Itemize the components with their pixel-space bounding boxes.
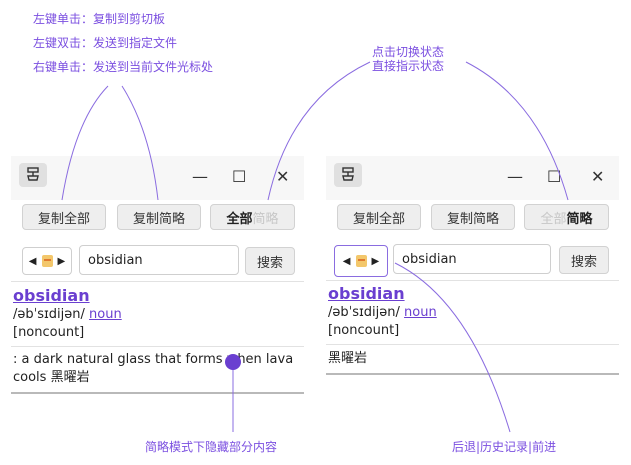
toggle-inactive-label: 全部 (540, 211, 567, 227)
note-history: 后退|历史记录|前进 (452, 440, 557, 454)
copy-all-button[interactable]: 复制全部 (22, 204, 106, 230)
pronunciation: /əbˈsɪdijən/ (13, 307, 85, 322)
minimize-button[interactable]: — (507, 168, 523, 186)
divider (11, 346, 304, 347)
document-icon[interactable] (41, 255, 53, 267)
note-brief-hidden: 简略模式下隐藏部分内容 (145, 440, 278, 454)
search-input[interactable]: obsidian (79, 245, 239, 275)
dictionary-entry: obsidian /əbˈsɪdijən/ noun [noncount] (13, 286, 303, 342)
right-dictionary-window: — ☐ ✕ 复制全部 复制简略 全部 简略 ◀ ▶ obsidian 搜索 obs… (326, 156, 619, 400)
search-button[interactable]: 搜索 (245, 247, 295, 275)
close-button[interactable]: ✕ (276, 168, 289, 186)
close-button[interactable]: ✕ (591, 168, 604, 186)
copy-brief-button[interactable]: 复制简略 (431, 204, 515, 230)
search-button[interactable]: 搜索 (559, 246, 609, 274)
title-bar: — ☐ ✕ (11, 156, 304, 200)
note-right-click: 右键单击：发送到当前文件光标处 (33, 60, 214, 74)
document-icon[interactable] (355, 255, 367, 267)
dictionary-entry: obsidian /əbˈsɪdijən/ noun [noncount] (328, 284, 618, 340)
divider (11, 281, 304, 282)
pronunciation-line: /əbˈsɪdijən/ noun (13, 306, 303, 324)
copy-all-button[interactable]: 复制全部 (337, 204, 421, 230)
bottom-edge (11, 392, 304, 394)
minimize-button[interactable]: — (192, 168, 208, 186)
history-control[interactable]: ◀ ▶ (22, 247, 72, 275)
grammar-note: [noncount] (13, 325, 85, 340)
mode-toggle-button[interactable]: 全部 简略 (210, 204, 295, 230)
title-bar: — ☐ ✕ (326, 156, 619, 200)
part-of-speech-link[interactable]: noun (89, 307, 122, 322)
part-of-speech-link[interactable]: noun (404, 305, 437, 320)
definition-line-2: cools 黑曜岩 (13, 370, 90, 385)
pronunciation: /əbˈsɪdijən/ (328, 305, 400, 320)
note-left-click: 左键单击：复制到剪切板 (33, 12, 166, 26)
pronunciation-line: /əbˈsɪdijən/ noun (328, 304, 618, 322)
copy-brief-button[interactable]: 复制简略 (117, 204, 201, 230)
back-arrow-icon[interactable]: ◀ (29, 256, 37, 267)
stamp-icon[interactable] (334, 163, 362, 187)
left-dictionary-window: — ☐ ✕ 复制全部 复制简略 全部 简略 ◀ ▶ obsidian 搜索 obs… (11, 156, 304, 400)
definition: : a dark natural glass that forms when l… (13, 351, 303, 387)
annotated-screenshot: 左键单击：复制到剪切板 左键双击：发送到指定文件 右键单击：发送到当前文件光标处… (0, 0, 631, 465)
note-toggle-line1: 点击切换状态 (371, 45, 444, 59)
headword-link[interactable]: obsidian (328, 284, 618, 304)
grammar-note: [noncount] (328, 323, 400, 338)
note-left-double-click: 左键双击：发送到指定文件 (33, 36, 178, 50)
back-arrow-icon[interactable]: ◀ (343, 256, 351, 267)
maximize-button[interactable]: ☐ (232, 168, 246, 186)
stamp-icon[interactable] (19, 163, 47, 187)
toggle-inactive-label: 简略 (252, 211, 279, 227)
bottom-edge (326, 373, 619, 375)
forward-arrow-icon[interactable]: ▶ (372, 256, 380, 267)
headword-link[interactable]: obsidian (13, 286, 303, 306)
brief-definition: 黑曜岩 (328, 351, 368, 366)
search-input[interactable]: obsidian (393, 244, 551, 274)
note-toggle-line2: 直接指示状态 (371, 59, 444, 73)
forward-arrow-icon[interactable]: ▶ (58, 256, 66, 267)
divider (326, 280, 619, 281)
note-toggle-state: 点击切换状态 直接指示状态 (362, 45, 454, 73)
history-control[interactable]: ◀ ▶ (334, 245, 388, 277)
toggle-active-label: 简略 (566, 211, 593, 227)
maximize-button[interactable]: ☐ (547, 168, 561, 186)
toggle-active-label: 全部 (226, 211, 253, 227)
divider (326, 344, 619, 345)
definition-line-1: : a dark natural glass that forms when l… (13, 352, 294, 367)
mode-toggle-button[interactable]: 全部 简略 (524, 204, 609, 230)
